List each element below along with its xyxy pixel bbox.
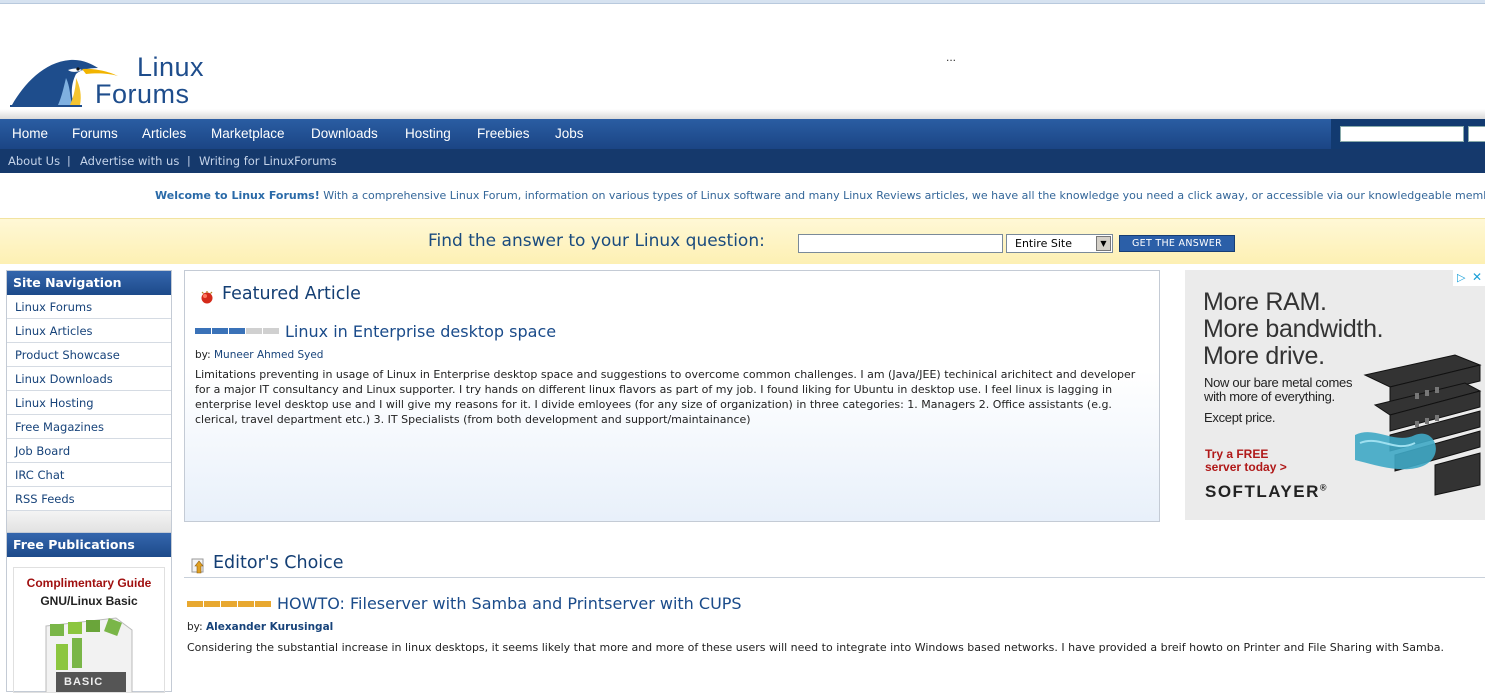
- rating-segment: [229, 328, 245, 334]
- rating-segment: [246, 328, 262, 334]
- nav-forums[interactable]: Forums: [72, 119, 118, 149]
- editors-article-title[interactable]: HOWTO: Fileserver with Samba and Printse…: [277, 594, 742, 613]
- nav-home[interactable]: Home: [12, 119, 48, 149]
- by-label: by:: [187, 621, 203, 633]
- nav-search-button[interactable]: [1468, 126, 1485, 142]
- pub-cover-text: BASIC: [64, 676, 104, 688]
- find-scope-select[interactable]: Entire Site ▼: [1006, 234, 1113, 253]
- featured-section-title: Featured Article: [222, 284, 361, 304]
- subnav-advertise[interactable]: Advertise with us: [80, 149, 179, 173]
- editors-rating-bar: [187, 601, 272, 607]
- editors-byline: by: Alexander Kurusingal: [187, 621, 333, 633]
- sidebar-item-linux-articles[interactable]: Linux Articles: [7, 319, 171, 343]
- logo-line1: Linux: [137, 52, 205, 82]
- rating-segment: [238, 601, 254, 607]
- welcome-message: Welcome to Linux Forums! With a comprehe…: [155, 189, 1485, 202]
- softlayer-advert[interactable]: More RAM. More bandwidth. More drive. No…: [1185, 270, 1485, 520]
- sidebar-item-job-board[interactable]: Job Board: [7, 439, 171, 463]
- ad-brand-name: SOFTLAYER: [1205, 482, 1320, 501]
- server-rack-image: [1355, 354, 1482, 496]
- sidebar-item-linux-hosting[interactable]: Linux Hosting: [7, 391, 171, 415]
- nav-freebies[interactable]: Freebies: [477, 119, 530, 149]
- publication-promo[interactable]: Complimentary Guide GNU/Linux Basic BASI…: [13, 567, 165, 693]
- welcome-bold: Welcome to Linux Forums!: [155, 189, 320, 202]
- editors-section-title: Editor's Choice: [213, 553, 344, 573]
- nav-search-input[interactable]: [1340, 126, 1464, 142]
- rating-segment: [255, 601, 271, 607]
- site-logo[interactable]: Linux Forums: [10, 54, 240, 110]
- logo-wordmark: Linux Forums: [95, 54, 204, 108]
- nav-marketplace[interactable]: Marketplace: [211, 119, 285, 149]
- editors-divider: [184, 577, 1485, 578]
- ad-choices: ▷ ✕: [1453, 270, 1485, 286]
- site-navigation-title: Site Navigation: [7, 271, 171, 295]
- sidebar-item-linux-downloads[interactable]: Linux Downloads: [7, 367, 171, 391]
- sidebar-item-linux-forums[interactable]: Linux Forums: [7, 295, 171, 319]
- subnav-separator: |: [67, 154, 71, 167]
- welcome-text: With a comprehensive Linux Forum, inform…: [319, 189, 1485, 202]
- sub-nav: About Us | Advertise with us | Writing f…: [0, 149, 1485, 173]
- sidebar-item-free-magazines[interactable]: Free Magazines: [7, 415, 171, 439]
- ad-headline-3: More drive.: [1203, 342, 1325, 370]
- featured-author-link[interactable]: Muneer Ahmed Syed: [214, 349, 323, 361]
- featured-article-title[interactable]: Linux in Enterprise desktop space: [285, 322, 556, 341]
- ad-headline-1: More RAM.: [1203, 288, 1327, 316]
- featured-article-panel: Featured Article Linux in Enterprise des…: [184, 270, 1160, 522]
- sidebar: Site Navigation Linux Forums Linux Artic…: [6, 270, 172, 693]
- featured-byline: by: Muneer Ahmed Syed: [195, 349, 323, 361]
- ad-brand-mark: ®: [1319, 482, 1329, 493]
- nav-jobs[interactable]: Jobs: [555, 119, 584, 149]
- ad-subline-3: Except price.: [1204, 410, 1276, 425]
- featured-article-icon: [201, 291, 213, 304]
- sidebar-item-product-showcase[interactable]: Product Showcase: [7, 343, 171, 367]
- subnav-writing[interactable]: Writing for LinuxForums: [199, 149, 337, 173]
- logo-line2: Forums: [95, 79, 190, 109]
- rating-segment: [221, 601, 237, 607]
- find-scope-value: Entire Site: [1015, 237, 1072, 250]
- nav-downloads[interactable]: Downloads: [311, 119, 378, 149]
- select-arrow-icon: ▼: [1096, 236, 1111, 251]
- find-input[interactable]: [798, 234, 1003, 253]
- ad-brand: SOFTLAYER®: [1205, 482, 1328, 502]
- editors-summary: Considering the substantial increase in …: [187, 641, 1444, 654]
- nav-search: [1331, 119, 1485, 149]
- rating-segment: [263, 328, 279, 334]
- sidebar-item-irc-chat[interactable]: IRC Chat: [7, 463, 171, 487]
- main-nav: Home Forums Articles Marketplace Downloa…: [0, 119, 1485, 149]
- find-label: Find the answer to your Linux question:: [428, 231, 765, 251]
- sidebar-spacer: [7, 511, 171, 533]
- featured-rating-bar: [195, 328, 280, 334]
- pub-line2: GNU/Linux Basic: [40, 594, 138, 608]
- rating-segment: [187, 601, 203, 607]
- free-publications-title: Free Publications: [7, 533, 171, 557]
- nav-hosting[interactable]: Hosting: [405, 119, 451, 149]
- browser-top-strip: [0, 0, 1485, 4]
- subnav-separator: |: [187, 154, 191, 167]
- subnav-about-us[interactable]: About Us: [8, 149, 60, 173]
- ad-subline-1: Now our bare metal comes: [1204, 375, 1353, 390]
- nav-articles[interactable]: Articles: [142, 119, 186, 149]
- header-ellipsis: ...: [946, 50, 957, 64]
- rating-segment: [212, 328, 228, 334]
- ad-cta: Try a FREE server today >: [1205, 448, 1287, 474]
- editors-choice-icon: [191, 558, 204, 574]
- ad-subline-2: with more of everything.: [1204, 389, 1335, 404]
- close-icon[interactable]: ✕: [1472, 270, 1482, 284]
- editors-author-link[interactable]: Alexander Kurusingal: [206, 621, 333, 633]
- pub-line1: Complimentary Guide: [26, 576, 152, 590]
- ad-cta-line2: server today >: [1205, 460, 1287, 474]
- rating-segment: [195, 328, 211, 334]
- rating-segment: [204, 601, 220, 607]
- get-answer-button[interactable]: GET THE ANSWER: [1119, 235, 1235, 252]
- find-answer-bar: Find the answer to your Linux question: …: [0, 218, 1485, 264]
- header-divider: [0, 109, 1485, 119]
- sidebar-item-rss-feeds[interactable]: RSS Feeds: [7, 487, 171, 511]
- adchoices-icon[interactable]: ▷: [1457, 271, 1465, 284]
- featured-summary: Limitations preventing in usage of Linux…: [195, 368, 1136, 426]
- by-label: by:: [195, 349, 211, 361]
